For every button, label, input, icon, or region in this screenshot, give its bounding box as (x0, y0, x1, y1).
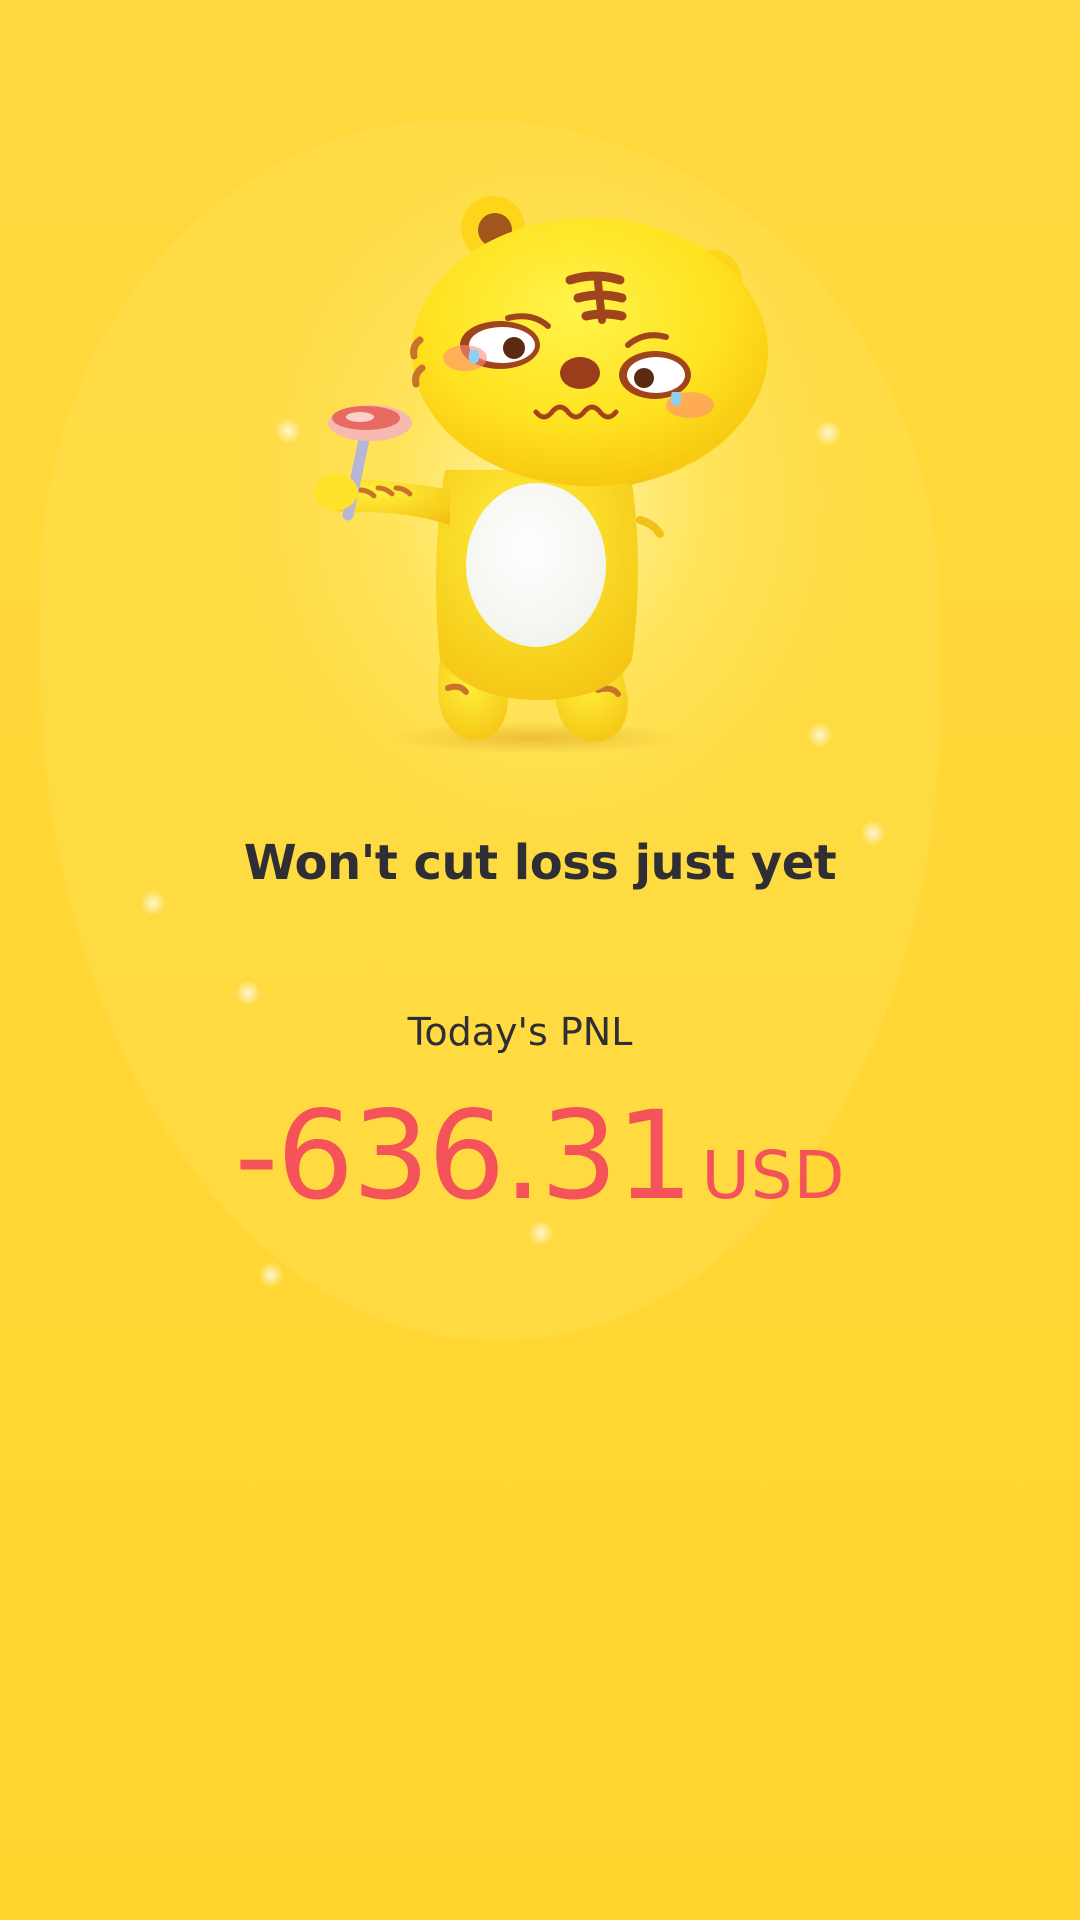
sparkle (235, 980, 261, 1006)
sparkle (140, 890, 166, 916)
crying-tiger-mascot-icon (314, 196, 768, 754)
sparkle (258, 1262, 284, 1288)
pnl-amount: -636.31 USD (0, 1085, 1080, 1227)
pnl-label: Today's PNL (407, 1010, 633, 1054)
pnl-value: -636.31 (234, 1085, 694, 1227)
mood-headline: Won't cut loss just yet (243, 835, 837, 891)
pnl-currency: USD (701, 1137, 846, 1214)
